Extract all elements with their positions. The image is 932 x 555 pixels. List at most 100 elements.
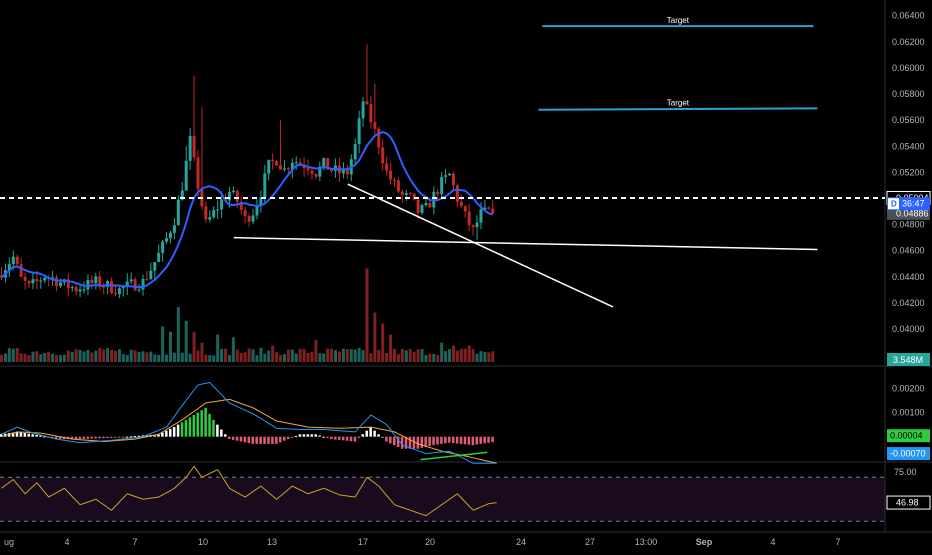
candle-body[interactable] bbox=[389, 170, 393, 180]
candle-body[interactable] bbox=[279, 165, 283, 170]
candle-body[interactable] bbox=[361, 101, 365, 119]
candle-body[interactable] bbox=[117, 288, 121, 295]
candle-body[interactable] bbox=[455, 185, 459, 202]
candle-body[interactable] bbox=[137, 289, 141, 291]
candle-body[interactable] bbox=[141, 278, 145, 290]
candle-body[interactable] bbox=[94, 276, 98, 284]
candle-body[interactable] bbox=[184, 160, 188, 191]
candle-body[interactable] bbox=[365, 101, 369, 105]
candle-body[interactable] bbox=[58, 282, 62, 287]
candle-body[interactable] bbox=[271, 159, 275, 162]
macd-histogram-bar bbox=[420, 436, 424, 448]
candle-body[interactable] bbox=[393, 179, 396, 181]
candle-body[interactable] bbox=[208, 217, 212, 220]
candle-body[interactable] bbox=[157, 252, 161, 262]
candle-body[interactable] bbox=[396, 180, 400, 192]
candle-body[interactable] bbox=[129, 279, 133, 282]
candle-body[interactable] bbox=[451, 173, 455, 186]
candle-body[interactable] bbox=[251, 215, 255, 222]
candle-body[interactable] bbox=[377, 128, 381, 148]
candle-body[interactable] bbox=[86, 279, 90, 290]
candle-body[interactable] bbox=[322, 158, 326, 167]
candle-body[interactable] bbox=[306, 168, 310, 171]
candle-body[interactable] bbox=[78, 289, 82, 292]
candle-body[interactable] bbox=[153, 261, 157, 271]
candle-body[interactable] bbox=[31, 279, 35, 284]
candle-body[interactable] bbox=[282, 168, 286, 170]
candle-body[interactable] bbox=[220, 199, 224, 210]
candle-body[interactable] bbox=[161, 241, 165, 253]
candle-body[interactable] bbox=[235, 190, 239, 202]
candle-body[interactable] bbox=[400, 191, 404, 195]
candle-body[interactable] bbox=[102, 286, 106, 288]
candle-body[interactable] bbox=[440, 176, 444, 195]
candle-body[interactable] bbox=[314, 174, 318, 177]
candle-body[interactable] bbox=[353, 144, 357, 160]
candle-body[interactable] bbox=[27, 280, 31, 284]
candle-body[interactable] bbox=[467, 211, 471, 226]
candle-body[interactable] bbox=[196, 157, 200, 189]
candle-body[interactable] bbox=[113, 292, 117, 295]
candle-body[interactable] bbox=[212, 209, 216, 218]
candle-body[interactable] bbox=[168, 232, 172, 239]
candle-body[interactable] bbox=[172, 225, 176, 233]
candle-body[interactable] bbox=[408, 192, 412, 194]
candle-body[interactable] bbox=[491, 208, 495, 214]
candle-body[interactable] bbox=[471, 225, 475, 228]
candle-body[interactable] bbox=[15, 256, 19, 265]
candle-body[interactable] bbox=[428, 203, 432, 208]
candle-body[interactable] bbox=[381, 147, 385, 164]
candle-body[interactable] bbox=[35, 279, 39, 282]
candle-body[interactable] bbox=[231, 190, 235, 193]
candle-body[interactable] bbox=[436, 191, 440, 195]
candle-body[interactable] bbox=[39, 280, 43, 282]
candle-body[interactable] bbox=[385, 163, 389, 171]
chart[interactable]: Target Target 0.06400 0.06200 0.06000 0.05800… bbox=[0, 0, 932, 550]
candle-body[interactable] bbox=[463, 205, 467, 212]
candle-body[interactable] bbox=[479, 209, 483, 223]
candle-body[interactable] bbox=[23, 276, 27, 281]
candle-body[interactable] bbox=[420, 205, 424, 213]
candle-body[interactable] bbox=[294, 162, 298, 164]
candle-body[interactable] bbox=[444, 175, 448, 177]
candle-body[interactable] bbox=[90, 279, 94, 284]
candle-body[interactable] bbox=[404, 192, 408, 195]
volume-bar bbox=[106, 347, 110, 362]
candle-body[interactable] bbox=[459, 201, 463, 206]
candle-body[interactable] bbox=[74, 287, 78, 292]
candle-body[interactable] bbox=[11, 256, 15, 265]
candle-body[interactable] bbox=[448, 173, 452, 176]
candle-body[interactable] bbox=[267, 159, 271, 174]
candle-body[interactable] bbox=[145, 278, 149, 280]
candle-body[interactable] bbox=[176, 199, 180, 226]
candle-body[interactable] bbox=[70, 287, 74, 289]
candle-body[interactable] bbox=[43, 277, 47, 281]
candle-body[interactable] bbox=[188, 136, 192, 161]
candle-body[interactable] bbox=[247, 216, 251, 222]
candle-body[interactable] bbox=[55, 277, 59, 287]
candle-body[interactable] bbox=[19, 264, 23, 277]
candle-body[interactable] bbox=[357, 118, 361, 145]
candle-body[interactable] bbox=[475, 222, 479, 228]
candle-body[interactable] bbox=[243, 209, 247, 217]
candle-body[interactable] bbox=[369, 104, 373, 123]
target-line-2[interactable] bbox=[538, 107, 818, 111]
candle-body[interactable] bbox=[373, 122, 377, 129]
candle-body[interactable] bbox=[82, 289, 86, 291]
candle-body[interactable] bbox=[149, 270, 153, 279]
candle-body[interactable] bbox=[204, 206, 208, 220]
candle-body[interactable] bbox=[286, 168, 290, 170]
candle-body[interactable] bbox=[165, 238, 169, 242]
candle-body[interactable] bbox=[424, 203, 428, 206]
candle-body[interactable] bbox=[192, 136, 196, 158]
candle-body[interactable] bbox=[275, 161, 279, 166]
candle-body[interactable] bbox=[263, 173, 267, 198]
volume-bar bbox=[98, 347, 102, 362]
candle-body[interactable] bbox=[216, 209, 220, 211]
candle-body[interactable] bbox=[227, 192, 231, 201]
candle-body[interactable] bbox=[110, 281, 114, 293]
candle-body[interactable] bbox=[416, 199, 420, 213]
candle-body[interactable] bbox=[133, 279, 137, 291]
candle-body[interactable] bbox=[310, 170, 314, 175]
candle-body[interactable] bbox=[487, 207, 491, 209]
